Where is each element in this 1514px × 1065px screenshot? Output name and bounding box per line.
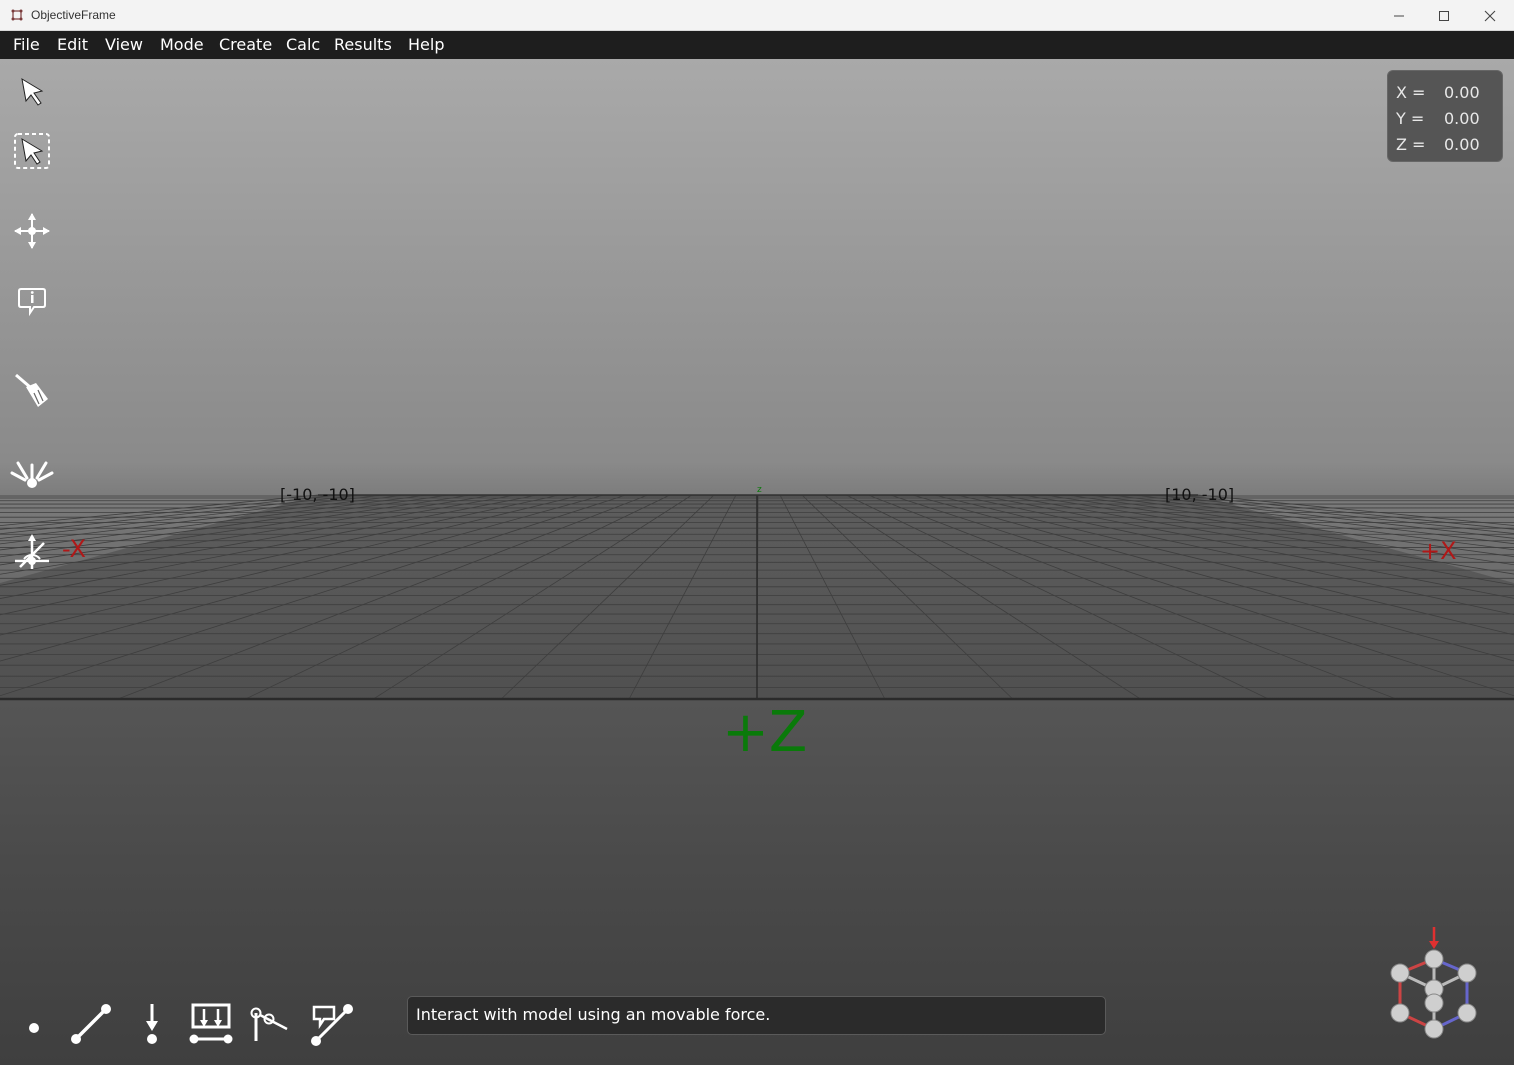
neg-x-label: -X [62,535,86,563]
distributed-load-icon [189,1003,233,1044]
ground-grid [0,494,1514,701]
create-node-icon [29,1023,39,1033]
node-force-tool[interactable] [129,1001,175,1047]
move-tool[interactable] [10,209,54,253]
inspect-icon [10,461,54,488]
distributed-load-tool[interactable] [188,1001,234,1047]
menu-view[interactable]: View [105,35,143,54]
menu-results[interactable]: Results [334,35,392,54]
menu-bar: File Edit View Mode Create Calc Results … [0,31,1514,59]
close-icon [1484,10,1496,21]
node-bc-tool[interactable] [247,1001,293,1047]
node-bc-icon [250,1007,288,1041]
menu-help[interactable]: Help [408,35,444,54]
clear-tool[interactable] [10,369,54,413]
clear-brush-icon [15,373,48,407]
box-select-tool[interactable] [10,129,54,173]
status-bar: Interact with model using an movable for… [407,996,1106,1035]
beam-load-tool[interactable] [308,1001,354,1047]
menu-edit[interactable]: Edit [57,35,88,54]
pos-x-label: +X [1420,537,1457,565]
y-value: 0.00 [1444,109,1480,128]
inspect-tool[interactable] [10,449,54,493]
box-select-icon [14,133,50,169]
status-message: Interact with model using an movable for… [416,1005,771,1024]
menu-mode[interactable]: Mode [160,35,204,54]
grid-corner-right: [10, -10] [1165,485,1235,504]
gizmo-icon [15,534,49,569]
maximize-button[interactable] [1421,0,1467,31]
app-icon [11,9,23,21]
beam-load-icon [311,1004,353,1046]
pos-z-label: +Z [722,700,808,765]
close-button[interactable] [1467,0,1513,31]
gizmo-tool[interactable] [10,531,54,575]
window-title: ObjectiveFrame [31,8,116,22]
create-beam-icon [71,1004,111,1044]
z-small-label: z [757,485,762,495]
minimize-icon [1394,15,1404,16]
menu-file[interactable]: File [13,35,40,54]
select-arrow-icon [21,78,44,106]
minimize-button[interactable] [1376,0,1422,31]
grid-corner-left: [-10, -10] [280,485,355,504]
y-label: Y = [1396,109,1425,128]
view-cube[interactable] [1382,925,1482,1045]
x-value: 0.00 [1444,83,1480,102]
menu-calc[interactable]: Calc [286,35,320,54]
menu-create[interactable]: Create [219,35,272,54]
viewport-3d[interactable]: -X +X +Z z [-10, -10] [10, -10] X = 0.00… [0,59,1514,1065]
z-value: 0.00 [1444,135,1480,154]
select-tool[interactable] [10,69,54,113]
title-bar: ObjectiveFrame [0,0,1514,31]
create-beam-tool[interactable] [68,1001,114,1047]
create-node-tool[interactable] [9,1001,55,1047]
info-tool[interactable] [10,279,54,323]
info-icon [18,288,46,317]
maximize-icon [1439,10,1449,21]
coordinate-readout: X = 0.00 Y = 0.00 Z = 0.00 [1387,70,1503,162]
node-force-icon [146,1004,158,1044]
z-label: Z = [1396,135,1426,154]
move-icon [14,213,50,249]
x-label: X = [1396,83,1426,102]
